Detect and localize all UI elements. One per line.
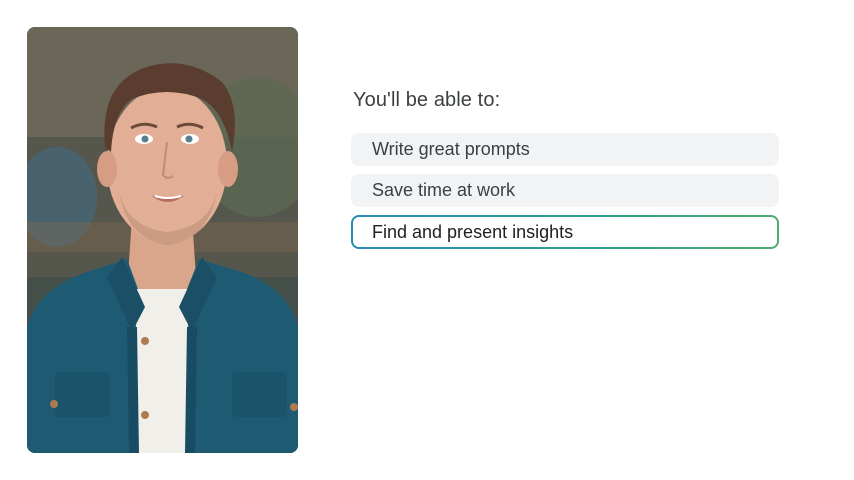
presenter-video [27,27,298,453]
options-list: Write great prompts Save time at work Fi… [351,133,779,257]
slide: You'll be able to: Write great prompts S… [0,0,854,480]
option-save-time-at-work[interactable]: Save time at work [351,174,779,207]
option-write-great-prompts[interactable]: Write great prompts [351,133,779,166]
list-heading: You'll be able to: [353,89,501,111]
presenter-image [27,27,298,453]
option-find-and-present-insights[interactable]: Find and present insights [351,215,779,249]
